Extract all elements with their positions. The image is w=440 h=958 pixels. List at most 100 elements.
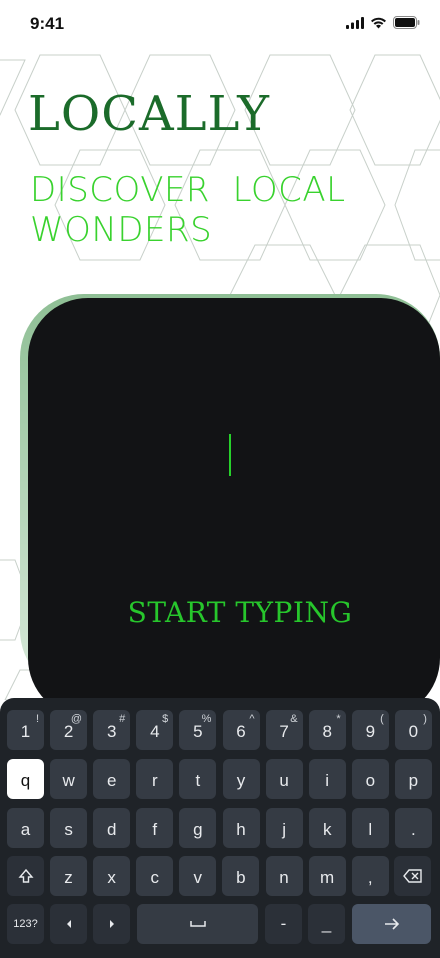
cellular-signal-icon: [346, 16, 364, 29]
key-1-label: 1: [20, 722, 31, 741]
key-comma[interactable]: ,: [351, 856, 389, 896]
key-6[interactable]: 6 ^: [222, 710, 260, 750]
backspace-icon: [402, 869, 422, 883]
key-p[interactable]: p: [394, 759, 432, 799]
key-n[interactable]: n: [265, 856, 303, 896]
key-g[interactable]: g: [179, 808, 217, 848]
on-screen-keyboard: 1! 2 @3 #4 $5% 6 ^ 7 & 8 * 9(0) qwertyuiop asdfghjk…: [0, 698, 440, 958]
key-8-alt-label: *: [336, 713, 341, 725]
key-0[interactable]: 0): [394, 710, 432, 750]
enter-key[interactable]: [352, 904, 431, 944]
key-3-label: 3: [106, 722, 117, 741]
symbols-key[interactable]: 123?: [7, 904, 44, 944]
tagline-line-2: WONDERS: [30, 210, 213, 250]
key-i-label: i: [325, 771, 330, 790]
key-z[interactable]: z: [50, 856, 87, 896]
wifi-icon: [371, 17, 386, 28]
key-y[interactable]: y: [222, 759, 260, 799]
battery-icon: [393, 16, 420, 29]
key-o-label: o: [365, 771, 376, 790]
space-key[interactable]: [137, 904, 258, 944]
app-title: LOCALLY: [28, 86, 270, 142]
cursor-left-key[interactable]: [50, 904, 87, 944]
key-u-label: u: [279, 771, 289, 790]
input-card[interactable]: [28, 298, 440, 718]
key-1-alt-label: !: [35, 713, 39, 725]
key-c[interactable]: c: [136, 856, 174, 896]
key-5-alt-label: %: [201, 713, 212, 725]
start-typing-prompt: START TYPING: [127, 596, 353, 629]
key-period-label: .: [411, 820, 416, 839]
key-m[interactable]: m: [308, 856, 346, 896]
key-3[interactable]: 3 #: [93, 710, 131, 750]
key-t-label: t: [195, 771, 201, 790]
dash-key[interactable]: -: [265, 904, 302, 944]
key-comma-label: ,: [367, 868, 373, 887]
key-9-label: 9: [365, 722, 376, 741]
key-m-label: m: [320, 868, 335, 887]
key-j[interactable]: j: [265, 808, 303, 848]
key-h[interactable]: h: [222, 808, 260, 848]
key-5-label: 5: [193, 722, 203, 741]
key-2[interactable]: 2 @: [50, 710, 88, 750]
key-l-label: l: [368, 820, 373, 839]
key-7-alt-label: &: [290, 713, 298, 725]
app-tagline: DISCOVER LOCAL WONDERS: [30, 170, 390, 250]
key-a[interactable]: a: [7, 808, 44, 848]
key-n-label: n: [279, 868, 289, 887]
key-k[interactable]: k: [308, 808, 346, 848]
key-v[interactable]: v: [179, 856, 217, 896]
key-7[interactable]: 7 &: [265, 710, 303, 750]
shift-key[interactable]: [7, 856, 44, 896]
key-e-label: e: [106, 771, 117, 790]
underscore-key[interactable]: _: [308, 904, 345, 944]
key-g-label: g: [193, 820, 203, 839]
key-5[interactable]: 5%: [179, 710, 217, 750]
key-f[interactable]: f: [136, 808, 174, 848]
key-period[interactable]: .: [394, 808, 432, 848]
app-screen: 9:41 LOCALLY DISCOVER LOCAL WONDERS STAR…: [0, 0, 440, 958]
key-q[interactable]: q: [7, 759, 44, 799]
status-time: 9:41: [30, 14, 65, 33]
key-c-label: c: [150, 868, 159, 887]
key-o[interactable]: o: [351, 759, 389, 799]
key-x[interactable]: x: [93, 856, 131, 896]
key-s[interactable]: s: [50, 808, 88, 848]
key-8[interactable]: 8 *: [308, 710, 346, 750]
space-icon: [189, 921, 206, 927]
key-e[interactable]: e: [93, 759, 131, 799]
cursor-right-key[interactable]: [93, 904, 130, 944]
key-t[interactable]: t: [179, 759, 217, 799]
key-u[interactable]: u: [265, 759, 303, 799]
key-4[interactable]: 4 $: [136, 710, 174, 750]
key-2-label: 2: [63, 722, 74, 741]
arrow-right-icon: [384, 918, 399, 930]
key-0-alt-label: ): [423, 713, 427, 725]
key-d[interactable]: d: [93, 808, 131, 848]
key-6-label: 6: [236, 722, 246, 741]
key-b[interactable]: b: [222, 856, 260, 896]
key-s-label: s: [64, 820, 73, 839]
caret-right-icon: [109, 920, 114, 928]
key-j-label: j: [282, 820, 286, 839]
shift-icon: [17, 868, 34, 883]
key-0-label: 0: [408, 722, 419, 741]
key-1[interactable]: 1!: [7, 710, 44, 750]
key-6-alt-label: ^: [249, 713, 255, 725]
key-p-label: p: [408, 771, 419, 790]
key-l[interactable]: l: [351, 808, 389, 848]
key-i[interactable]: i: [308, 759, 346, 799]
tagline-line-1: DISCOVER LOCAL: [30, 170, 346, 210]
caret-left-icon: [66, 920, 71, 928]
key-2-alt-label: @: [70, 713, 83, 725]
key-x-label: x: [107, 868, 116, 887]
key-r[interactable]: r: [136, 759, 174, 799]
key-9[interactable]: 9(: [351, 710, 389, 750]
key-f-label: f: [152, 820, 158, 839]
key-a-label: a: [20, 820, 31, 839]
key-y-label: y: [236, 771, 246, 790]
key-r-label: r: [151, 771, 158, 790]
backspace-key[interactable]: [394, 856, 431, 896]
key-w[interactable]: w: [50, 759, 88, 799]
key-d-label: d: [106, 820, 117, 839]
